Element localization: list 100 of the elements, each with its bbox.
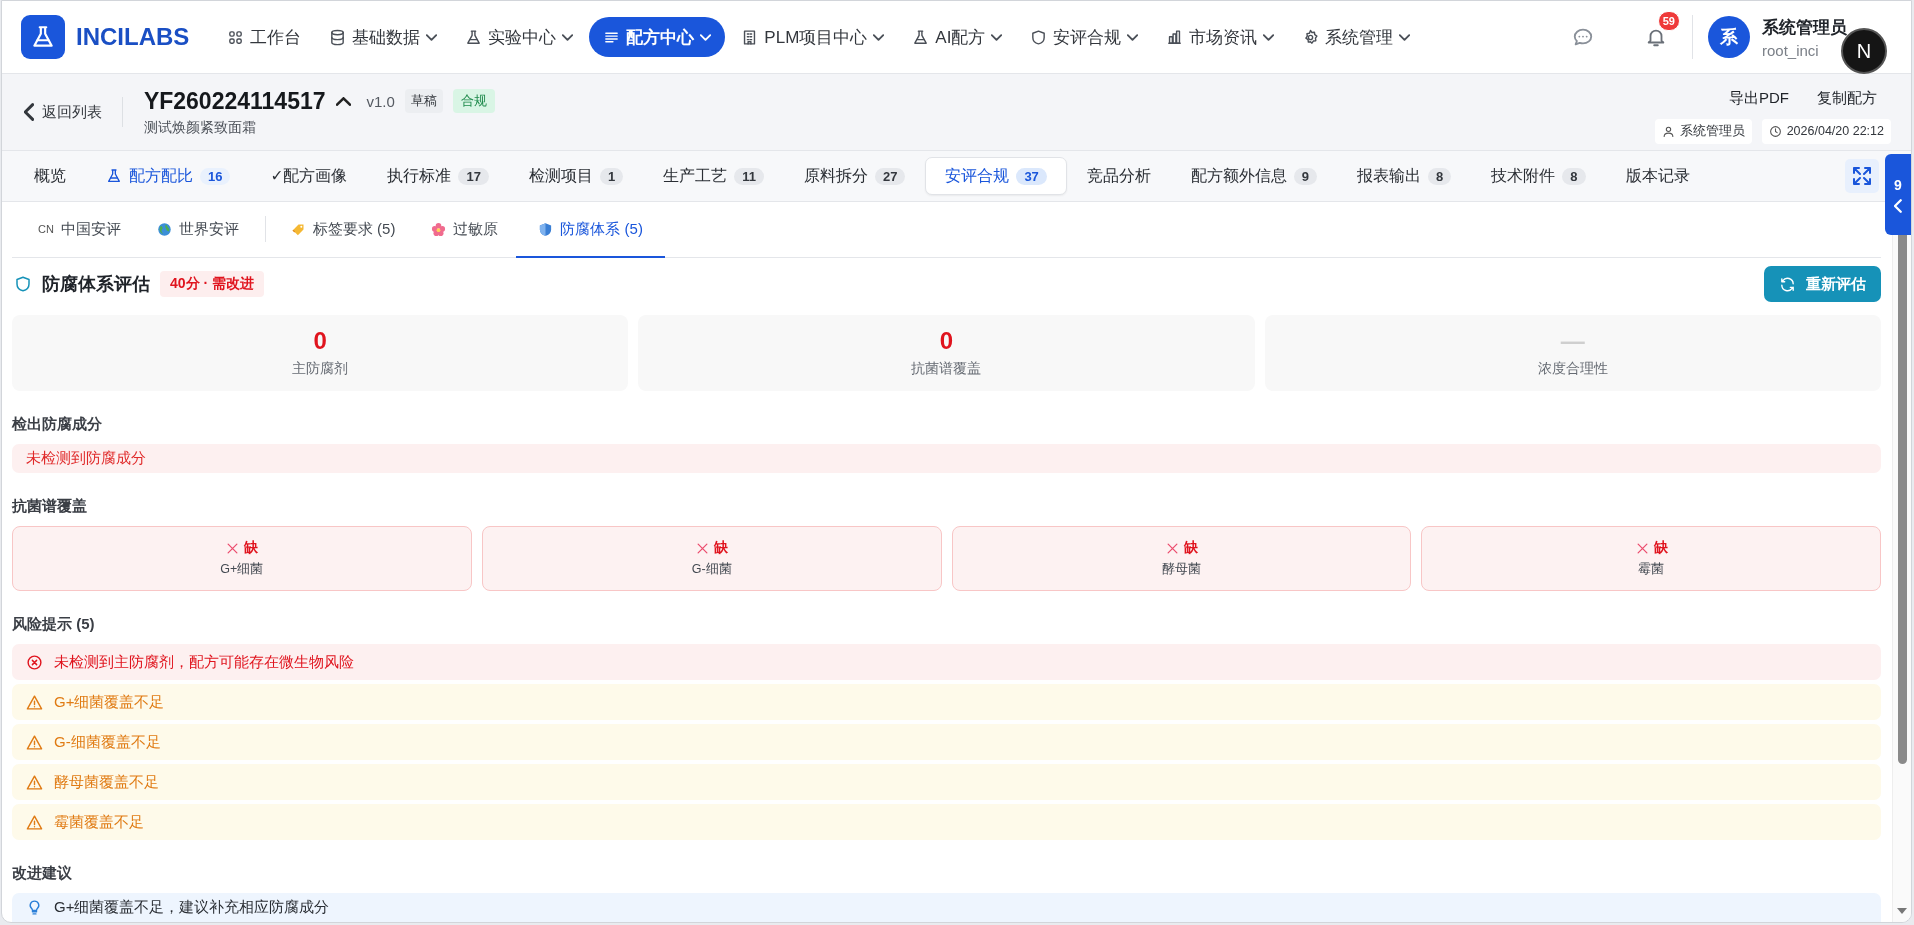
- empty-message: 未检测到防腐成分: [12, 443, 1881, 474]
- tab[interactable]: 安评合规 37: [925, 157, 1067, 195]
- tab[interactable]: 配方额外信息 9: [1170, 155, 1338, 197]
- tab[interactable]: ✓配方画像: [250, 155, 368, 197]
- sub-tab[interactable]: 世界安评: [138, 202, 257, 258]
- nav-item[interactable]: 实验中心: [453, 17, 586, 57]
- warning-icon: [26, 693, 43, 711]
- suggestion-text: G+细菌覆盖不足，建议补充相应防腐成分: [54, 898, 330, 918]
- nav-item[interactable]: 市场资讯: [1154, 17, 1287, 57]
- user-icon: [1661, 124, 1675, 138]
- user-avatar[interactable]: 系: [1708, 16, 1750, 58]
- flask-icon: [106, 168, 122, 184]
- chevron-down-icon: [873, 33, 885, 41]
- scrollbar[interactable]: [1892, 234, 1911, 922]
- stat-value: —: [1560, 327, 1585, 354]
- coverage-status: 缺: [225, 539, 259, 558]
- tab[interactable]: 配方配比 16: [86, 155, 251, 197]
- tab[interactable]: 版本记录: [1605, 155, 1710, 197]
- sub-tab[interactable]: CN 中国安评: [20, 202, 139, 258]
- tab[interactable]: 技术附件 8: [1471, 155, 1606, 197]
- country-code: CN: [38, 223, 54, 235]
- flower-icon: [431, 221, 447, 237]
- sub-tab[interactable]: 过敏原: [413, 202, 517, 258]
- chevron-down-icon: [1127, 33, 1139, 41]
- bar-chart-icon: [1166, 28, 1184, 46]
- nav-item[interactable]: 配方中心: [589, 17, 726, 57]
- tab[interactable]: 报表输出 8: [1337, 155, 1472, 197]
- risk-text: 霉菌覆盖不足: [54, 812, 144, 832]
- chat-icon: [1572, 26, 1594, 48]
- panel-title: 防腐体系评估: [42, 273, 150, 297]
- notification-badge: 59: [1657, 11, 1680, 31]
- stat-label: 浓度合理性: [1537, 359, 1608, 378]
- expand-icon: [1853, 167, 1871, 185]
- score-badge: 40分 · 需改进: [160, 271, 264, 298]
- nav-item[interactable]: 工作台: [215, 17, 314, 57]
- owner-chip: 系统管理员: [1654, 118, 1752, 144]
- section-title: 检出防腐成分: [12, 414, 103, 434]
- stat-label: 抗菌谱覆盖: [911, 359, 982, 378]
- coverage-status: 缺: [1164, 539, 1198, 558]
- formula-code: YF260224114517: [143, 87, 326, 115]
- action-button[interactable]: 复制配方: [1803, 88, 1891, 108]
- risk-text: 酵母菌覆盖不足: [54, 772, 159, 792]
- status-badge: 草稿: [404, 89, 443, 113]
- user-account: root_inci: [1762, 41, 1820, 59]
- formula-name: 测试焕颜紧致面霜: [143, 118, 257, 137]
- chevron-up-icon: [335, 96, 351, 106]
- stat-label: 主防腐剂: [292, 359, 349, 378]
- coverage-label: 霉菌: [1638, 561, 1665, 579]
- chevron-down-icon: [991, 33, 1003, 41]
- coverage-label: G+细菌: [220, 561, 264, 579]
- section-title: 改进建议: [12, 864, 73, 884]
- globe-icon: [156, 221, 172, 237]
- risk-text: G+细菌覆盖不足: [54, 692, 165, 712]
- action-button[interactable]: 导出PDF: [1715, 88, 1803, 108]
- warning-icon: [26, 733, 43, 751]
- shield-icon: [1030, 28, 1048, 46]
- nav-item[interactable]: 基础数据: [317, 17, 450, 57]
- expand-button[interactable]: [1845, 159, 1879, 193]
- coverage-label: 酵母菌: [1161, 561, 1201, 579]
- nav-item[interactable]: 系统管理: [1290, 17, 1423, 57]
- tab[interactable]: 执行标准 17: [367, 155, 509, 197]
- brand-name: INCILABS: [76, 23, 190, 51]
- nav-item[interactable]: PLM项目中心: [729, 17, 897, 57]
- tab[interactable]: 生产工艺 11: [643, 155, 784, 197]
- coverage-status: 缺: [1634, 539, 1668, 558]
- shield-icon: [14, 275, 32, 294]
- chevron-down-icon: [1263, 33, 1275, 41]
- settings-icon: [1302, 28, 1320, 46]
- tab[interactable]: 概览: [14, 155, 86, 197]
- side-handle[interactable]: 9: [1885, 154, 1911, 235]
- refresh-icon: [1779, 275, 1796, 293]
- chevron-down-icon: [426, 33, 438, 41]
- grid-icon: [227, 28, 245, 46]
- shield-icon: [538, 221, 554, 237]
- tab[interactable]: 竞品分析: [1066, 155, 1171, 197]
- nav-item[interactable]: AI配方: [900, 17, 1015, 57]
- flask-icon: [30, 24, 56, 50]
- side-handle-count: 9: [1894, 176, 1902, 193]
- tab[interactable]: 检测项目 1: [508, 155, 644, 197]
- section-title: 风险提示 (5): [12, 615, 96, 635]
- warning-icon: [26, 773, 43, 791]
- tab[interactable]: 原料拆分 27: [783, 155, 926, 197]
- nav-item[interactable]: 安评合规: [1018, 17, 1151, 57]
- reevaluate-button[interactable]: 重新评估: [1764, 266, 1881, 303]
- warning-icon: [26, 813, 43, 831]
- coverage-status: 缺: [695, 539, 729, 558]
- back-link[interactable]: 返回列表: [24, 97, 123, 127]
- risk-text: G-细菌覆盖不足: [54, 732, 161, 752]
- chevron-down-icon: [1399, 33, 1411, 41]
- compliance-badge: 合规: [452, 89, 495, 113]
- back-icon: [24, 103, 34, 121]
- version-label: v1.0: [366, 92, 395, 110]
- sub-tab[interactable]: 防腐体系 (5): [516, 202, 665, 258]
- stat-value: 0: [939, 327, 954, 354]
- chevron-down-icon: [562, 33, 574, 41]
- database-icon: [329, 28, 347, 46]
- stat-value: 0: [313, 327, 327, 354]
- coverage-label: G-细菌: [691, 561, 732, 579]
- chevron-left-icon: [1894, 198, 1902, 213]
- flask-icon: [465, 28, 483, 46]
